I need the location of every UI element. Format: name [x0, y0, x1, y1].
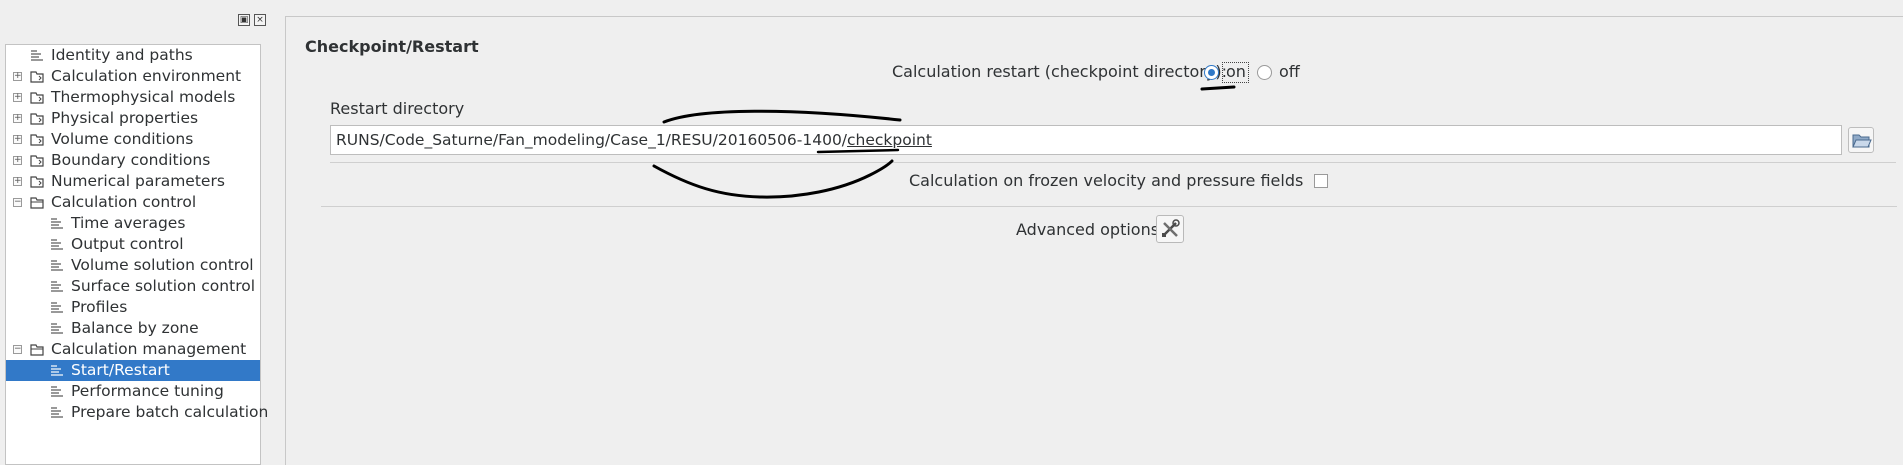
advanced-options-button[interactable] [1156, 215, 1184, 243]
page-icon [51, 365, 63, 376]
float-dock-icon[interactable]: ▣ [238, 14, 250, 26]
tree-item-label: Calculation environment [51, 67, 242, 85]
tree-item-label: Calculation control [51, 193, 197, 211]
browse-directory-button[interactable] [1848, 127, 1874, 153]
tree-item[interactable]: + Thermophysical models [6, 87, 260, 108]
tree-item[interactable]: Volume solution control [6, 255, 260, 276]
tree-item[interactable]: + Boundary conditions [6, 150, 260, 171]
tree-item-label: Prepare batch calculation [71, 403, 269, 421]
expand-icon[interactable]: + [13, 93, 22, 102]
tree-item-label: Volume conditions [51, 130, 194, 148]
tree-item-label: Performance tuning [71, 382, 224, 400]
tree-item[interactable]: Time averages [6, 213, 260, 234]
tree-item-label: Calculation management [51, 340, 247, 358]
folder-icon [30, 134, 44, 146]
tree-item-label: Profiles [71, 298, 128, 316]
tree-item-label: Physical properties [51, 109, 199, 127]
tree-item-label: Time averages [71, 214, 186, 232]
separator [330, 162, 1896, 163]
tree-item[interactable]: + Volume conditions [6, 129, 260, 150]
tree-item[interactable]: Surface solution control [6, 276, 260, 297]
navigation-dock: ▣ × Identity and paths + Calculation envir… [0, 0, 268, 465]
restart-off-label[interactable]: off [1279, 62, 1300, 82]
frozen-fields-checkbox[interactable] [1314, 174, 1328, 188]
tree-item-label: Identity and paths [51, 46, 193, 64]
folder-icon [30, 113, 44, 125]
page-icon [51, 281, 63, 292]
folder-open-icon [30, 197, 44, 209]
restart-directory-label: Restart directory [330, 99, 465, 118]
tree-item[interactable]: Prepare batch calculation [6, 402, 268, 423]
folder-icon [30, 155, 44, 167]
tree-item[interactable]: Start/Restart [6, 360, 260, 381]
separator [321, 206, 1897, 207]
tree-item[interactable]: Output control [6, 234, 260, 255]
tree-item[interactable]: − Calculation control [6, 192, 260, 213]
tree-item-label: Surface solution control [71, 277, 256, 295]
expand-icon[interactable]: + [13, 156, 22, 165]
tree-item-label: Output control [71, 235, 184, 253]
expand-icon[interactable]: + [13, 177, 22, 186]
tree-item-label: Start/Restart [71, 361, 170, 379]
tree-item[interactable]: + Calculation environment [6, 66, 260, 87]
expand-icon[interactable]: + [13, 135, 22, 144]
tree-item-label: Thermophysical models [51, 88, 236, 106]
tree-item-label: Numerical parameters [51, 172, 225, 190]
tree-item[interactable]: Balance by zone [6, 318, 260, 339]
folder-open-icon [1852, 134, 1872, 148]
page-icon [51, 218, 63, 229]
page-icon [51, 407, 63, 418]
restart-off-radio[interactable] [1257, 65, 1272, 80]
folder-icon [30, 176, 44, 188]
collapse-icon[interactable]: − [13, 345, 22, 354]
page-icon [51, 386, 63, 397]
tree-item-label: Volume solution control [71, 256, 254, 274]
close-dock-icon[interactable]: × [254, 14, 266, 26]
restart-directory-path: RUNS/Code_Saturne/Fan_modeling/Case_1/RE… [336, 131, 848, 149]
folder-icon [30, 71, 44, 83]
frozen-fields-label: Calculation on frozen velocity and press… [909, 171, 1304, 190]
folder-icon [30, 92, 44, 104]
page-icon [51, 239, 63, 250]
restart-label: Calculation restart (checkpoint director… [892, 62, 1227, 81]
tree-item[interactable]: − Calculation management [6, 339, 260, 360]
tree-item[interactable]: + Numerical parameters [6, 171, 260, 192]
page-icon [51, 260, 63, 271]
folder-open-icon [30, 344, 44, 356]
tree-item[interactable]: Profiles [6, 297, 260, 318]
tree-item[interactable]: + Physical properties [6, 108, 260, 129]
tree-item-label: Boundary conditions [51, 151, 211, 169]
expand-icon[interactable]: + [13, 72, 22, 81]
tree-view: Identity and paths + Calculation environme… [5, 44, 268, 465]
collapse-icon[interactable]: − [13, 198, 22, 207]
tools-icon [1162, 219, 1180, 237]
advanced-options-label: Advanced options [1016, 220, 1160, 239]
expand-icon[interactable]: + [13, 114, 22, 123]
tree-item[interactable]: Performance tuning [6, 381, 260, 402]
restart-on-radio[interactable] [1204, 65, 1219, 80]
tree-item[interactable]: Identity and paths [6, 45, 260, 66]
restart-on-label[interactable]: on [1226, 62, 1246, 82]
page-title: Checkpoint/Restart [305, 37, 479, 56]
page-icon [51, 323, 63, 334]
page-icon [51, 302, 63, 313]
main-panel: Checkpoint/Restart Calculation restart (… [285, 16, 1903, 465]
restart-directory-checkpoint: checkpoint [847, 131, 932, 149]
tree-item-label: Balance by zone [71, 319, 199, 337]
page-icon [31, 50, 43, 61]
restart-directory-field[interactable]: RUNS/Code_Saturne/Fan_modeling/Case_1/RE… [330, 125, 1842, 155]
